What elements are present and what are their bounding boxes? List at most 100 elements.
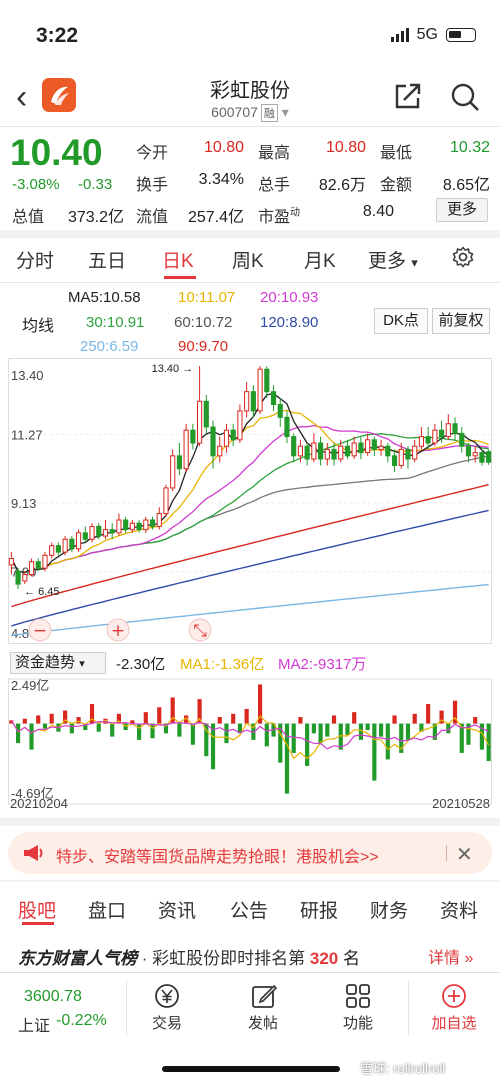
flow-bar — [150, 723, 155, 739]
pe-label: 市盈动 — [258, 203, 300, 227]
candle-body — [391, 455, 398, 466]
ma250-value: 250:6.59 — [80, 338, 139, 355]
tab-profile[interactable]: 资料 — [440, 896, 478, 923]
grid-icon[interactable] — [344, 982, 372, 1010]
tab-more[interactable]: 更多 ▾ — [368, 246, 418, 273]
rank-detail-link[interactable]: 详情 » — [428, 944, 473, 968]
function-label[interactable]: 功能 — [335, 1012, 381, 1033]
dk-point-button[interactable]: DK点 — [374, 308, 428, 334]
ma-label: 均线 — [22, 318, 55, 335]
tab-news[interactable]: 资讯 — [158, 896, 196, 923]
divider — [446, 845, 447, 861]
tab-weekly-k[interactable]: 周K — [232, 246, 264, 273]
flow-bar — [69, 723, 74, 734]
section-gap — [0, 818, 500, 826]
flow-bar — [29, 723, 34, 750]
flow-tick-top: 2.49亿 — [11, 678, 49, 693]
float-value-label: 流值 — [136, 209, 169, 226]
volume-value: 82.6万 — [318, 177, 366, 194]
flow-panel-frame — [8, 678, 492, 805]
pe-label-text: 市盈 — [258, 209, 291, 226]
total-value-label: 总值 — [12, 209, 45, 226]
tab-daily-k[interactable]: 日K — [162, 246, 194, 273]
status-indicators: 5G — [390, 26, 476, 44]
index-value[interactable]: 3600.78 — [24, 988, 82, 1006]
start-date: 20210204 — [10, 796, 68, 810]
candle-body — [351, 442, 357, 457]
flow-bar — [143, 712, 148, 724]
more-button[interactable]: 更多 — [436, 198, 488, 222]
rank-number: 320 — [309, 949, 339, 968]
candle-body — [311, 442, 317, 460]
rank-brand: 东方财富人气榜 — [18, 949, 137, 968]
tab-announcements[interactable]: 公告 — [230, 896, 268, 923]
post-icon[interactable] — [250, 982, 278, 1010]
volume-label: 总手 — [258, 177, 291, 194]
flow-bar — [136, 723, 142, 740]
minus-icon-glyph: − — [33, 621, 47, 641]
ma30-value: 30:10.91 — [86, 314, 145, 331]
ma120-value: 120:8.90 — [260, 314, 319, 331]
flow-bar — [358, 723, 364, 740]
change-percent: -3.08% — [12, 176, 60, 193]
candle-body — [102, 529, 109, 537]
candle-body — [472, 452, 478, 457]
tab-monthly-k[interactable]: 月K — [304, 246, 336, 273]
section-gap — [0, 230, 500, 238]
y-tick-label: 9.13 — [11, 496, 36, 511]
gear-icon[interactable] — [452, 246, 474, 268]
banner-text[interactable]: 特步、安踏等国货品牌走势抢眼！港股机会>> — [56, 843, 379, 867]
divider — [126, 980, 127, 1036]
flow-bar — [96, 723, 101, 732]
trade-icon[interactable] — [153, 982, 181, 1010]
share-icon[interactable] — [394, 82, 422, 110]
search-icon[interactable] — [450, 82, 480, 112]
candle-body — [42, 554, 48, 569]
tab-forum[interactable]: 股吧 — [18, 896, 56, 923]
candle-body — [8, 558, 14, 566]
change-amount: -0.33 — [78, 176, 113, 193]
candle-body — [270, 391, 277, 406]
flow-selector[interactable]: 资金趋势 ▾ — [10, 652, 106, 674]
close-icon[interactable]: ✕ — [456, 842, 473, 867]
post-label[interactable]: 发帖 — [240, 1012, 286, 1033]
add-watchlist-label[interactable]: 加自选 — [424, 1012, 484, 1033]
popularity-rank[interactable]: 东方财富人气榜 · 彩虹股份即时排名第 320 名 — [18, 944, 360, 969]
add-watchlist-icon[interactable] — [440, 982, 468, 1010]
ma20-value: 20:10.93 — [260, 289, 319, 306]
flow-bar — [177, 723, 182, 737]
chevron-down-icon[interactable]: ▾ — [282, 104, 289, 120]
candle-body — [143, 519, 149, 531]
ma5-value: MA5:10.58 — [68, 289, 141, 306]
chevron-down-icon: ▾ — [79, 658, 85, 670]
candle-body — [338, 445, 344, 460]
kline-chart[interactable]: 13.4011.279.137.004.8613.40 →← 6.45− + ⤡2.… — [8, 358, 492, 810]
flow-bar — [15, 723, 21, 744]
flow-bar — [365, 723, 370, 731]
stock-code: 600707 — [211, 104, 258, 120]
tab-research[interactable]: 研报 — [300, 896, 338, 923]
trade-label[interactable]: 交易 — [144, 1012, 190, 1033]
flow-ma1-line — [10, 715, 490, 760]
forward-adjust-button[interactable]: 前复权 — [432, 308, 490, 334]
tab-five-day[interactable]: 五日 — [88, 246, 126, 273]
end-date: 20210528 — [432, 796, 490, 810]
flow-bar — [305, 723, 310, 766]
candle-body — [190, 429, 196, 444]
flow-bar — [157, 707, 162, 724]
low-label: 最低 — [380, 145, 413, 162]
rank-text: · 彩虹股份即时排名第 — [141, 949, 306, 968]
tab-intraday[interactable]: 分时 — [16, 246, 54, 273]
flow-bar — [331, 715, 337, 724]
candle-body — [230, 429, 236, 441]
divider — [0, 972, 500, 973]
candle-body — [438, 429, 445, 438]
candle-body — [176, 455, 183, 470]
home-indicator[interactable] — [162, 1066, 340, 1072]
candle-body — [210, 426, 216, 457]
candle-body — [371, 439, 377, 450]
candle-body — [452, 423, 458, 434]
flow-bar — [325, 723, 330, 737]
tab-finance[interactable]: 财务 — [370, 896, 408, 923]
tab-order-book[interactable]: 盘口 — [88, 896, 126, 923]
